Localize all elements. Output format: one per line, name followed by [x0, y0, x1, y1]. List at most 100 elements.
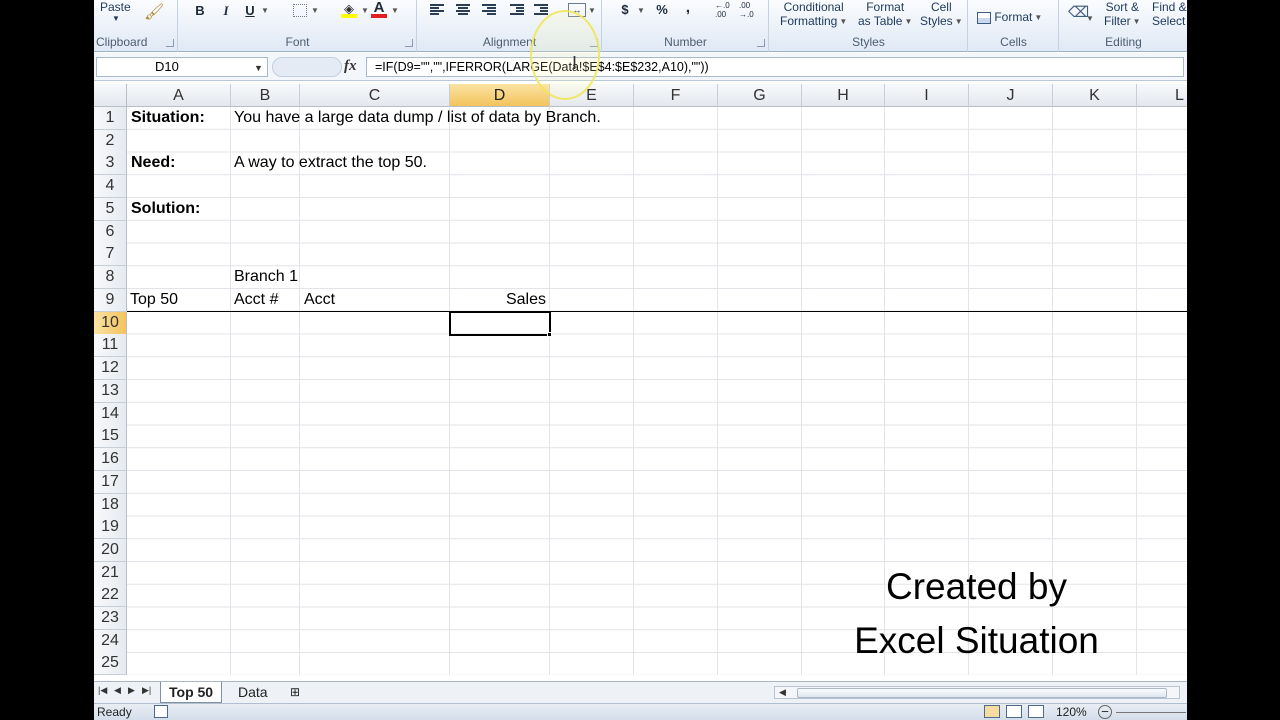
cell-b3[interactable]: A way to extract the top 50. — [234, 152, 427, 174]
name-box-dropdown-icon[interactable]: ▼ — [254, 63, 263, 73]
borders-dropdown-icon[interactable]: ▼ — [311, 4, 319, 18]
last-sheet-icon[interactable]: ▶| — [142, 685, 151, 696]
currency-button[interactable]: $ — [619, 2, 631, 18]
cell-a1[interactable]: Situation: — [131, 107, 205, 129]
insert-function-icon[interactable]: fx — [344, 58, 357, 75]
row-header[interactable]: 1 — [94, 107, 127, 130]
row-header[interactable]: 9 — [94, 289, 127, 312]
decrease-indent-icon[interactable] — [510, 4, 524, 16]
row-header[interactable]: 3 — [94, 152, 127, 175]
cell-d9[interactable]: Sales — [450, 289, 546, 311]
fill-color-icon[interactable]: ◈ — [341, 1, 357, 18]
row-header[interactable]: 12 — [94, 357, 127, 380]
decrease-decimal-icon[interactable]: .00 →.0 — [739, 1, 754, 19]
row-header[interactable]: 5 — [94, 198, 127, 221]
percent-button[interactable]: % — [655, 2, 669, 18]
merge-dropdown-icon[interactable]: ▼ — [588, 4, 596, 18]
col-header-d[interactable]: D — [450, 84, 550, 107]
fill-handle[interactable] — [547, 332, 552, 337]
comma-button[interactable]: , — [683, 0, 693, 16]
col-header-a[interactable]: A — [127, 84, 231, 107]
increase-indent-icon[interactable] — [534, 4, 548, 16]
clipboard-launcher-icon[interactable] — [166, 39, 174, 47]
find-select-button[interactable]: Find & Select — [1152, 0, 1187, 28]
row-header[interactable]: 10 — [94, 312, 127, 335]
formula-bar-splitter[interactable] — [272, 57, 342, 77]
font-color-icon[interactable]: A — [371, 0, 387, 18]
borders-icon[interactable] — [293, 4, 307, 17]
row-header[interactable]: 4 — [94, 175, 127, 198]
macro-record-icon[interactable] — [154, 705, 168, 718]
zoom-out-icon[interactable]: − — [1098, 705, 1112, 719]
col-header-b[interactable]: B — [231, 84, 300, 107]
row-header[interactable]: 24 — [94, 630, 127, 653]
prev-sheet-icon[interactable]: ◀ — [114, 685, 121, 696]
formula-input[interactable]: =IF(D9="","",IFERROR(LARGE(Data!$E$4:$E$… — [366, 57, 1184, 77]
row-header[interactable]: 11 — [94, 334, 127, 357]
clear-dropdown-icon[interactable]: ▼ — [1086, 12, 1094, 26]
font-launcher-icon[interactable] — [405, 39, 413, 47]
row-header[interactable]: 16 — [94, 448, 127, 471]
increase-decimal-icon[interactable]: ←.0.00 — [715, 1, 730, 19]
cell-b9[interactable]: Acct # — [234, 289, 278, 311]
cell-b1[interactable]: You have a large data dump / list of dat… — [234, 107, 601, 129]
col-header-h[interactable]: H — [802, 84, 885, 107]
paste-dropdown-icon[interactable]: ▼ — [112, 12, 120, 26]
scroll-left-icon[interactable]: ◀ — [779, 687, 786, 698]
currency-dropdown-icon[interactable]: ▼ — [637, 4, 645, 18]
row-header[interactable]: 2 — [94, 130, 127, 153]
col-header-i[interactable]: I — [885, 84, 969, 107]
row-header[interactable]: 19 — [94, 516, 127, 539]
row-header[interactable]: 21 — [94, 562, 127, 585]
col-header-k[interactable]: K — [1053, 84, 1137, 107]
row-header[interactable]: 25 — [94, 652, 127, 675]
format-button[interactable]: Format ▼ — [977, 10, 1042, 25]
align-center-icon[interactable] — [456, 4, 470, 16]
cell-a5[interactable]: Solution: — [131, 198, 200, 220]
zoom-slider[interactable] — [1116, 712, 1186, 713]
font-color-dropdown-icon[interactable]: ▼ — [391, 4, 399, 18]
horizontal-scrollbar[interactable]: ◀ — [774, 686, 1180, 699]
row-header[interactable]: 18 — [94, 494, 127, 517]
underline-button[interactable]: U — [243, 3, 257, 19]
underline-dropdown-icon[interactable]: ▼ — [261, 4, 269, 18]
row-header[interactable]: 13 — [94, 380, 127, 403]
row-header[interactable]: 22 — [94, 584, 127, 607]
number-launcher-icon[interactable] — [757, 39, 765, 47]
page-break-view-icon[interactable] — [1028, 705, 1044, 718]
cell-c9[interactable]: Acct — [304, 289, 335, 311]
cell-a3[interactable]: Need: — [131, 152, 175, 174]
page-layout-view-icon[interactable] — [1006, 705, 1022, 718]
cell-a9[interactable]: Top 50 — [130, 289, 178, 311]
row-header[interactable]: 6 — [94, 221, 127, 244]
zoom-level[interactable]: 120% — [1056, 704, 1087, 720]
align-left-icon[interactable] — [430, 4, 444, 16]
sort-filter-button[interactable]: Sort & Filter ▼ — [1104, 0, 1141, 29]
scroll-thumb[interactable] — [797, 688, 1167, 698]
name-box[interactable]: D10 — [96, 57, 268, 77]
row-header[interactable]: 23 — [94, 607, 127, 630]
col-header-j[interactable]: J — [969, 84, 1053, 107]
format-as-table-button[interactable]: Format as Table ▼ — [858, 0, 912, 29]
format-painter-icon[interactable]: 🖌 — [144, 5, 164, 21]
fill-dropdown-icon[interactable]: ▼ — [361, 4, 369, 18]
conditional-formatting-button[interactable]: Conditional Formatting ▼ — [780, 0, 847, 29]
align-right-icon[interactable] — [482, 4, 496, 16]
select-all-corner[interactable] — [94, 84, 127, 107]
col-header-c[interactable]: C — [300, 84, 450, 107]
next-sheet-icon[interactable]: ▶ — [128, 685, 135, 696]
normal-view-icon[interactable] — [984, 705, 1000, 718]
row-header[interactable]: 14 — [94, 403, 127, 426]
row-header[interactable]: 7 — [94, 243, 127, 266]
row-header[interactable]: 17 — [94, 471, 127, 494]
row-header[interactable]: 15 — [94, 425, 127, 448]
tab-data[interactable]: Data — [230, 682, 276, 703]
italic-button[interactable]: I — [219, 3, 233, 19]
row-header[interactable]: 20 — [94, 539, 127, 562]
cell-b8[interactable]: Branch 1 — [234, 266, 298, 288]
row-header[interactable]: 8 — [94, 266, 127, 289]
first-sheet-icon[interactable]: |◀ — [98, 685, 107, 696]
col-header-l[interactable]: L — [1137, 84, 1187, 107]
col-header-g[interactable]: G — [718, 84, 802, 107]
tab-top-50[interactable]: Top 50 — [160, 682, 223, 703]
